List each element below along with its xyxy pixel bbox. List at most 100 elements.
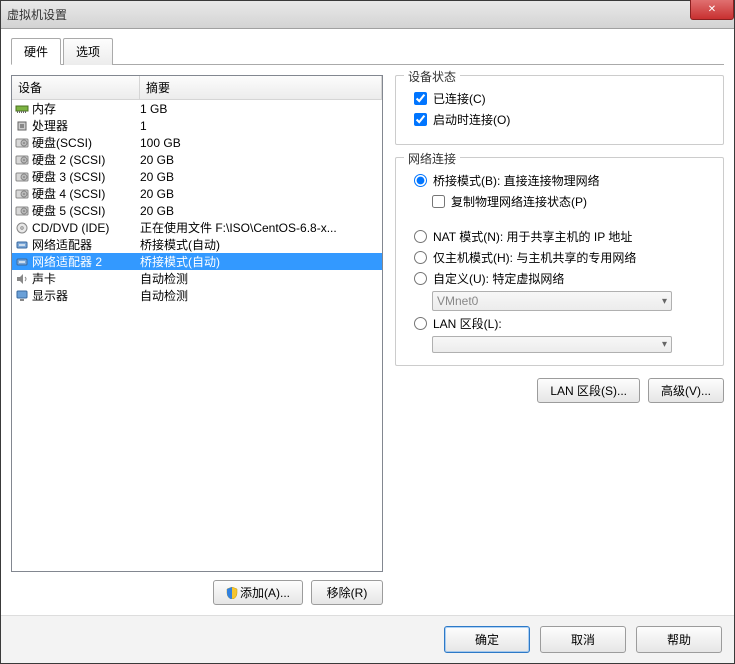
network-title: 网络连接 [404, 150, 460, 167]
device-list[interactable]: 设备 摘要 内存1 GB处理器1硬盘(SCSI)100 GB硬盘 2 (SCSI… [11, 75, 383, 572]
device-row[interactable]: 网络适配器桥接模式(自动) [12, 236, 382, 253]
connect-power-on-row[interactable]: 启动时连接(O) [414, 111, 713, 128]
display-icon [14, 289, 30, 303]
lan-segments-button[interactable]: LAN 区段(S)... [537, 378, 640, 403]
device-row[interactable]: 硬盘 2 (SCSI)20 GB [12, 151, 382, 168]
device-label: 显示器 [32, 287, 140, 304]
advanced-button[interactable]: 高级(V)... [648, 378, 724, 403]
device-row[interactable]: CD/DVD (IDE)正在使用文件 F:\ISO\CentOS-6.8-x..… [12, 219, 382, 236]
device-row[interactable]: 硬盘(SCSI)100 GB [12, 134, 382, 151]
custom-radio-row[interactable]: 自定义(U): 特定虚拟网络 [414, 270, 713, 287]
device-summary: 桥接模式(自动) [140, 236, 380, 253]
device-label: 硬盘(SCSI) [32, 134, 140, 151]
device-label: 硬盘 5 (SCSI) [32, 202, 140, 219]
custom-label: 自定义(U): 特定虚拟网络 [433, 270, 564, 287]
replicate-checkbox[interactable] [432, 195, 445, 208]
memory-icon [14, 102, 30, 116]
cd-icon [14, 221, 30, 235]
device-summary: 20 GB [140, 204, 380, 218]
net-icon [14, 255, 30, 269]
lan-label: LAN 区段(L): [433, 315, 502, 332]
device-row[interactable]: 网络适配器 2桥接模式(自动) [12, 253, 382, 270]
network-group: 网络连接 桥接模式(B): 直接连接物理网络 复制物理网络连接状态(P) NAT… [395, 157, 724, 366]
hdd-icon [14, 153, 30, 167]
device-row[interactable]: 硬盘 5 (SCSI)20 GB [12, 202, 382, 219]
tab-options[interactable]: 选项 [63, 38, 113, 65]
tab-hardware[interactable]: 硬件 [11, 38, 61, 65]
device-summary: 20 GB [140, 170, 380, 184]
col-summary-header[interactable]: 摘要 [140, 76, 382, 99]
cancel-button[interactable]: 取消 [540, 626, 626, 653]
device-summary: 100 GB [140, 136, 380, 150]
device-summary: 1 [140, 119, 380, 133]
net-icon [14, 238, 30, 252]
device-row[interactable]: 内存1 GB [12, 100, 382, 117]
connected-label: 已连接(C) [433, 90, 486, 107]
remove-button[interactable]: 移除(R) [311, 580, 383, 605]
device-summary: 自动检测 [140, 270, 380, 287]
device-summary: 20 GB [140, 153, 380, 167]
tab-bar: 硬件 选项 [11, 37, 724, 65]
right-button-bar: LAN 区段(S)... 高级(V)... [395, 378, 724, 403]
hostonly-label: 仅主机模式(H): 与主机共享的专用网络 [433, 249, 636, 266]
device-row[interactable]: 处理器1 [12, 117, 382, 134]
device-status-group: 设备状态 已连接(C) 启动时连接(O) [395, 75, 724, 145]
hostonly-radio-row[interactable]: 仅主机模式(H): 与主机共享的专用网络 [414, 249, 713, 266]
custom-select-wrap: VMnet0 [432, 291, 713, 311]
close-button[interactable] [690, 0, 734, 20]
hostonly-radio[interactable] [414, 251, 427, 264]
lan-radio[interactable] [414, 317, 427, 330]
custom-radio[interactable] [414, 272, 427, 285]
device-label: 内存 [32, 100, 140, 117]
ok-button[interactable]: 确定 [444, 626, 530, 653]
vm-settings-window: 虚拟机设置 硬件 选项 设备 摘要 内存1 GB处理器1硬盘(SCSI)100 … [0, 0, 735, 664]
nat-radio[interactable] [414, 230, 427, 243]
device-label: 声卡 [32, 270, 140, 287]
right-panel: 设备状态 已连接(C) 启动时连接(O) 网络连接 桥接模式(B): 直接连接物 [395, 75, 724, 605]
bridged-label: 桥接模式(B): 直接连接物理网络 [433, 172, 600, 189]
hdd-icon [14, 187, 30, 201]
connect-power-on-checkbox[interactable] [414, 113, 427, 126]
device-label: 网络适配器 [32, 236, 140, 253]
cpu-icon [14, 119, 30, 133]
hdd-icon [14, 204, 30, 218]
replicate-label: 复制物理网络连接状态(P) [451, 193, 587, 210]
shield-icon [226, 587, 238, 599]
help-button[interactable]: 帮助 [636, 626, 722, 653]
device-row[interactable]: 声卡自动检测 [12, 270, 382, 287]
connected-checkbox-row[interactable]: 已连接(C) [414, 90, 713, 107]
col-device-header[interactable]: 设备 [12, 76, 140, 99]
nat-radio-row[interactable]: NAT 模式(N): 用于共享主机的 IP 地址 [414, 228, 713, 245]
device-summary: 正在使用文件 F:\ISO\CentOS-6.8-x... [140, 219, 380, 236]
device-summary: 自动检测 [140, 287, 380, 304]
connect-power-on-label: 启动时连接(O) [433, 111, 510, 128]
hdd-icon [14, 170, 30, 184]
device-summary: 1 GB [140, 102, 380, 116]
device-summary: 20 GB [140, 187, 380, 201]
lan-radio-row[interactable]: LAN 区段(L): [414, 315, 713, 332]
lan-select-wrap [432, 336, 713, 353]
device-row[interactable]: 硬盘 3 (SCSI)20 GB [12, 168, 382, 185]
lan-segment-select[interactable] [432, 336, 672, 353]
left-button-bar: 添加(A)... 移除(R) [11, 580, 383, 605]
replicate-checkbox-row[interactable]: 复制物理网络连接状态(P) [432, 193, 713, 210]
custom-vmnet-select[interactable]: VMnet0 [432, 291, 672, 311]
device-row[interactable]: 硬盘 4 (SCSI)20 GB [12, 185, 382, 202]
device-label: CD/DVD (IDE) [32, 221, 140, 235]
nat-label: NAT 模式(N): 用于共享主机的 IP 地址 [433, 228, 632, 245]
titlebar: 虚拟机设置 [1, 1, 734, 29]
add-button[interactable]: 添加(A)... [213, 580, 303, 605]
left-panel: 设备 摘要 内存1 GB处理器1硬盘(SCSI)100 GB硬盘 2 (SCSI… [11, 75, 383, 605]
device-label: 硬盘 2 (SCSI) [32, 151, 140, 168]
footer: 确定 取消 帮助 [1, 615, 734, 663]
body: 设备 摘要 内存1 GB处理器1硬盘(SCSI)100 GB硬盘 2 (SCSI… [11, 65, 724, 605]
device-status-title: 设备状态 [404, 68, 460, 85]
connected-checkbox[interactable] [414, 92, 427, 105]
content-area: 硬件 选项 设备 摘要 内存1 GB处理器1硬盘(SCSI)100 GB硬盘 2… [1, 29, 734, 615]
device-label: 硬盘 4 (SCSI) [32, 185, 140, 202]
bridged-radio[interactable] [414, 174, 427, 187]
window-title: 虚拟机设置 [7, 6, 67, 23]
device-row[interactable]: 显示器自动检测 [12, 287, 382, 304]
bridged-radio-row[interactable]: 桥接模式(B): 直接连接物理网络 [414, 172, 713, 189]
device-label: 硬盘 3 (SCSI) [32, 168, 140, 185]
